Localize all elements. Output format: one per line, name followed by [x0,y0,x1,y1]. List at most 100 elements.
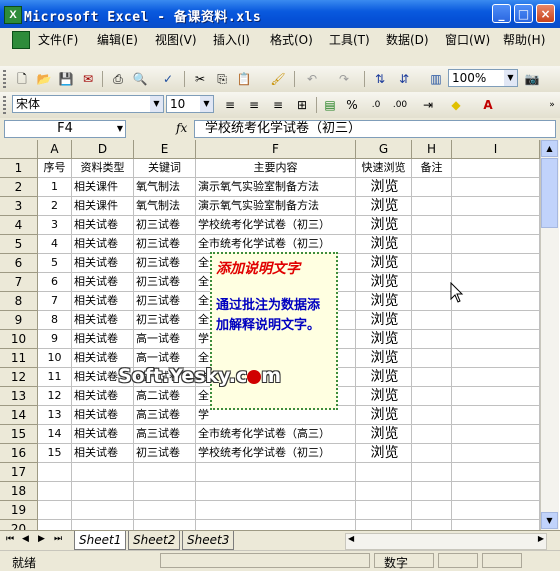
table-cell[interactable]: 10 [38,349,72,368]
table-cell[interactable] [452,178,540,197]
prev-sheet-icon[interactable]: ◀ [22,534,29,544]
table-cell[interactable]: 高一试卷 [134,330,196,349]
table-cell[interactable] [356,482,412,501]
menu-window[interactable]: 窗口(W) [445,31,490,48]
table-cell[interactable]: 学校统考化学试卷（初三） [196,444,356,463]
table-cell[interactable]: 相关试卷 [72,254,134,273]
menu-format[interactable]: 格式(O) [270,31,313,48]
align-right-icon[interactable]: ≡ [270,97,286,113]
table-cell[interactable] [38,463,72,482]
table-cell[interactable] [452,216,540,235]
table-cell[interactable] [412,254,452,273]
undo-icon[interactable]: ↶ [304,71,320,87]
print-preview-icon[interactable]: 🔍 [132,71,148,87]
spelling-icon[interactable]: ✓ [160,71,176,87]
sheet-tab-3[interactable]: Sheet3 [182,531,235,550]
table-cell[interactable] [412,292,452,311]
table-cell[interactable] [134,482,196,501]
table-cell[interactable]: 14 [38,425,72,444]
permission-icon[interactable]: ✉ [80,71,96,87]
table-cell[interactable]: 浏览 [356,178,412,197]
menu-insert[interactable]: 插入(I) [213,31,250,48]
table-cell[interactable]: 浏览 [356,349,412,368]
chevron-down-icon[interactable]: ▼ [117,121,123,137]
header-cell[interactable]: 备注 [412,159,452,178]
paste-icon[interactable]: 📋 [236,71,252,87]
table-cell[interactable]: 初三试卷 [134,235,196,254]
table-cell[interactable]: 浏览 [356,406,412,425]
row-header[interactable]: 3 [0,197,38,216]
row-header[interactable]: 15 [0,425,38,444]
table-cell[interactable] [38,520,72,530]
zoom-combo[interactable]: 100% ▼ [448,69,518,87]
table-cell[interactable] [72,463,134,482]
select-all-corner[interactable] [0,140,38,159]
horizontal-scrollbar[interactable]: ◀ ▶ [345,533,547,550]
table-cell[interactable]: 浏览 [356,216,412,235]
table-cell[interactable] [452,501,540,520]
table-cell[interactable]: 相关课件 [72,178,134,197]
redo-icon[interactable]: ↷ [336,71,352,87]
column-header-f[interactable]: F [196,140,356,159]
row-header[interactable]: 9 [0,311,38,330]
table-cell[interactable]: 4 [38,235,72,254]
table-cell[interactable] [72,520,134,530]
table-cell[interactable]: 8 [38,311,72,330]
table-cell[interactable]: 相关试卷 [72,273,134,292]
maximize-button[interactable]: □ [514,4,533,23]
chevron-down-icon[interactable]: ▼ [150,96,163,112]
header-cell[interactable]: 资料类型 [72,159,134,178]
row-header[interactable]: 19 [0,501,38,520]
row-header[interactable]: 18 [0,482,38,501]
menu-data[interactable]: 数据(D) [386,31,429,48]
scroll-left-icon[interactable]: ◀ [348,534,354,543]
minimize-button[interactable]: _ [492,4,511,23]
last-sheet-icon[interactable]: ⏭ [54,534,62,544]
format-painter-icon[interactable]: 🖌 [270,71,286,87]
table-cell[interactable]: 氧气制法 [134,197,196,216]
workbook-icon[interactable] [12,31,30,49]
table-cell[interactable]: 演示氧气实验室制备方法 [196,197,356,216]
row-header[interactable]: 16 [0,444,38,463]
table-cell[interactable]: 初三试卷 [134,292,196,311]
table-cell[interactable]: 5 [38,254,72,273]
new-icon[interactable]: 🗋 [14,71,30,87]
table-cell[interactable]: 浏览 [356,330,412,349]
table-cell[interactable]: 相关试卷 [72,387,134,406]
camera-icon[interactable]: 📷 [524,71,540,87]
header-cell[interactable] [452,159,540,178]
sort-ascending-icon[interactable]: ⇅ [372,71,388,87]
table-cell[interactable]: 相关试卷 [72,406,134,425]
table-cell[interactable]: 相关课件 [72,197,134,216]
table-cell[interactable] [412,273,452,292]
table-cell[interactable] [452,273,540,292]
row-header[interactable]: 13 [0,387,38,406]
table-cell[interactable]: 浏览 [356,311,412,330]
fill-color-icon[interactable]: ◆ [448,97,464,113]
chevron-down-icon[interactable]: ▼ [504,70,517,86]
table-cell[interactable]: 演示氧气实验室制备方法 [196,178,356,197]
table-cell[interactable] [452,235,540,254]
table-cell[interactable]: 浏览 [356,292,412,311]
table-cell[interactable] [196,520,356,530]
table-cell[interactable]: 15 [38,444,72,463]
table-cell[interactable]: 浏览 [356,368,412,387]
table-cell[interactable] [452,463,540,482]
table-cell[interactable] [452,330,540,349]
insert-function-icon[interactable]: fx [176,121,187,135]
table-cell[interactable] [412,368,452,387]
row-header[interactable]: 10 [0,330,38,349]
table-cell[interactable] [356,501,412,520]
table-cell[interactable]: 相关试卷 [72,216,134,235]
table-cell[interactable] [412,311,452,330]
table-cell[interactable]: 12 [38,387,72,406]
table-cell[interactable] [412,425,452,444]
table-cell[interactable] [452,368,540,387]
table-cell[interactable]: 13 [38,406,72,425]
merge-center-icon[interactable]: ⊞ [294,97,310,113]
table-cell[interactable] [452,406,540,425]
table-cell[interactable] [452,254,540,273]
table-cell[interactable] [412,463,452,482]
column-header-a[interactable]: A [38,140,72,159]
align-left-icon[interactable]: ≡ [222,97,238,113]
